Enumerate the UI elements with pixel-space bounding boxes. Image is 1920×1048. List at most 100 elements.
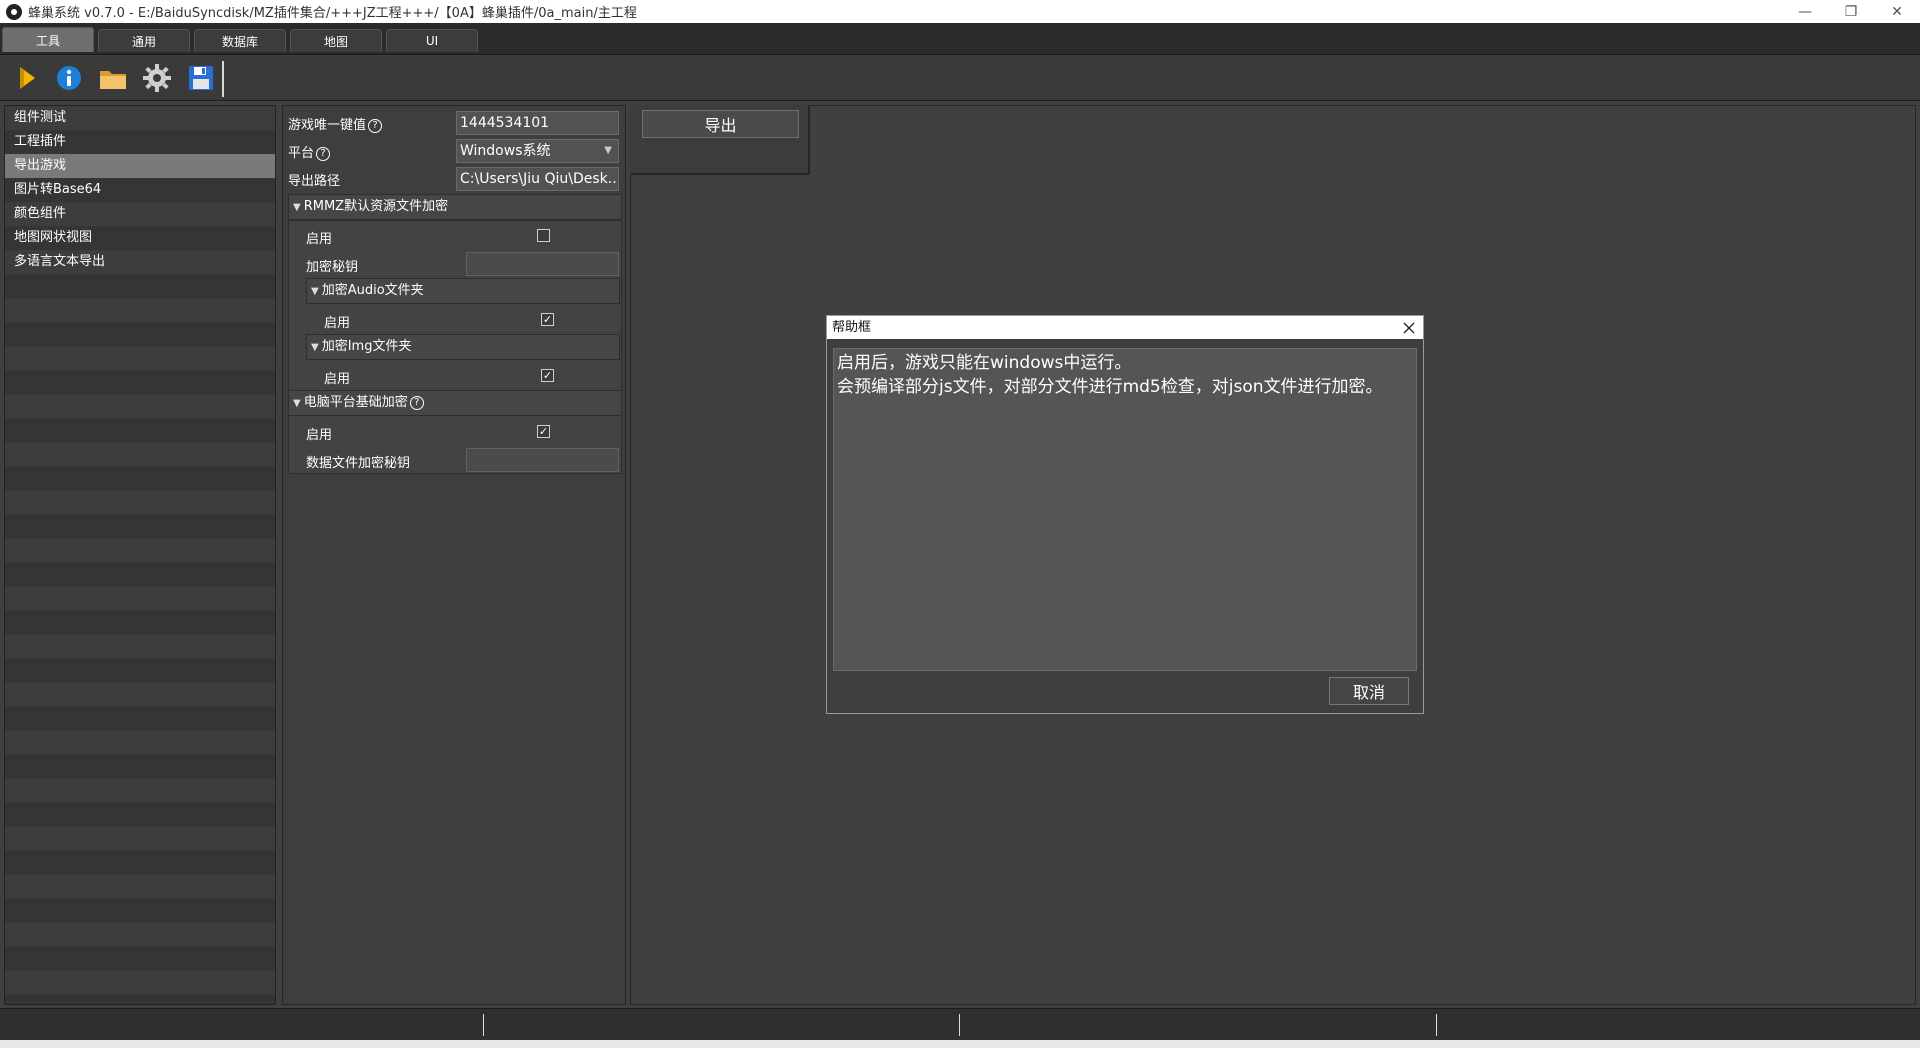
restore-button[interactable]: ❐ — [1828, 0, 1874, 23]
list-item[interactable]: 图片转Base64 — [5, 178, 275, 202]
status-segment — [4, 1014, 484, 1036]
encrypt-key-field[interactable] — [466, 252, 619, 276]
list-item[interactable]: 多语言文本导出 — [5, 250, 275, 274]
tab-map[interactable]: 地图 — [290, 29, 382, 52]
platform-label: 平台? — [288, 142, 331, 161]
status-segment — [484, 1014, 960, 1036]
window-controls: — ❐ ✕ — [1782, 0, 1920, 23]
help-dialog: 帮助框 启用后，游戏只能在windows中运行。 会预编译部分js文件，对部分文… — [826, 315, 1424, 714]
triangle-down-icon: ▼ — [293, 398, 301, 409]
tab-ui[interactable]: UI — [386, 29, 478, 52]
title-bar: 蜂巢系统 v0.7.0 - E:/BaiduSyncdisk/MZ插件集合/++… — [0, 0, 1920, 23]
pc-enable-checkbox[interactable]: ✓ — [537, 425, 550, 438]
list-item-empty — [5, 562, 275, 586]
help-icon[interactable]: ? — [409, 395, 424, 410]
list-item[interactable]: 颜色组件 — [5, 202, 275, 226]
list-item-empty — [5, 322, 275, 346]
group-header-img[interactable]: ▼ 加密Img文件夹 — [306, 334, 620, 360]
img-enable-checkbox[interactable]: ✓ — [541, 369, 554, 382]
data-key-label: 数据文件加密秘钥 — [306, 456, 411, 471]
play-icon[interactable] — [10, 62, 44, 94]
list-item-empty — [5, 610, 275, 634]
help-text-line: 会预编译部分js文件，对部分文件进行md5检查，对json文件进行加密。 — [837, 377, 1383, 397]
encrypt-key-label: 加密秘钥 — [306, 260, 359, 275]
triangle-down-icon: ▼ — [311, 286, 319, 297]
minimize-button[interactable]: — — [1782, 0, 1828, 23]
platform-select[interactable]: Windows系统 ▼ — [456, 139, 619, 163]
list-item-empty — [5, 898, 275, 922]
status-segment — [960, 1014, 1437, 1036]
list-item-empty — [5, 490, 275, 514]
list-item-empty — [5, 706, 275, 730]
dialog-title: 帮助框 — [832, 320, 872, 335]
list-item-empty — [5, 634, 275, 658]
list-item[interactable]: 地图网状视图 — [5, 226, 275, 250]
list-item-empty — [5, 874, 275, 898]
list-item-empty — [5, 586, 275, 610]
list-item-empty — [5, 370, 275, 394]
group-header-audio[interactable]: ▼ 加密Audio文件夹 — [306, 278, 620, 304]
list-item-empty — [5, 754, 275, 778]
audio-enable-checkbox[interactable]: ✓ — [541, 313, 554, 326]
list-item-empty — [5, 730, 275, 754]
data-key-field[interactable] — [466, 448, 619, 472]
export-path-label: 导出路径 — [288, 174, 341, 189]
list-item[interactable]: 工程插件 — [5, 130, 275, 154]
list-item-empty — [5, 946, 275, 970]
tab-database[interactable]: 数据库 — [194, 29, 286, 52]
list-item-empty — [5, 682, 275, 706]
dialog-title-bar: 帮助框 — [827, 316, 1423, 339]
list-item-empty — [5, 850, 275, 874]
tool-list: 组件测试 工程插件 导出游戏 图片转Base64 颜色组件 地图网状视图 多语言… — [4, 105, 276, 1005]
img-enable-label: 启用 — [324, 372, 351, 387]
game-key-label: 游戏唯一键值? — [288, 114, 383, 133]
folder-icon[interactable] — [96, 62, 130, 94]
window-title: 蜂巢系统 v0.7.0 - E:/BaiduSyncdisk/MZ插件集合/++… — [28, 6, 637, 21]
list-item-empty — [5, 994, 275, 1004]
list-item[interactable]: 组件测试 — [5, 106, 275, 130]
list-item-selected[interactable]: 导出游戏 — [5, 154, 275, 178]
list-item-empty — [5, 394, 275, 418]
tab-general[interactable]: 通用 — [98, 29, 190, 52]
taskbar-strip — [0, 1040, 1920, 1048]
gear-icon[interactable] — [140, 62, 174, 94]
tab-tools[interactable]: 工具 — [2, 27, 94, 52]
rmmz-enable-checkbox[interactable] — [537, 229, 550, 242]
help-icon[interactable]: ? — [368, 118, 383, 133]
list-item-empty — [5, 274, 275, 298]
game-key-field[interactable]: 1444534101 — [456, 111, 619, 135]
list-item-empty — [5, 466, 275, 490]
help-text-area[interactable]: 启用后，游戏只能在windows中运行。 会预编译部分js文件，对部分文件进行m… — [833, 348, 1417, 671]
list-item-empty — [5, 826, 275, 850]
list-item-empty — [5, 778, 275, 802]
list-item-empty — [5, 538, 275, 562]
pc-enable-label: 启用 — [306, 428, 333, 443]
group-header-pc[interactable]: ▼ 电脑平台基础加密? — [288, 390, 622, 416]
properties-panel: 游戏唯一键值? 1444534101 平台? Windows系统 ▼ 导出路径 … — [282, 105, 626, 1005]
list-item-empty — [5, 346, 275, 370]
cancel-button[interactable]: 取消 — [1329, 677, 1409, 705]
list-item-empty — [5, 418, 275, 442]
list-item-empty — [5, 970, 275, 994]
help-text-line: 启用后，游戏只能在windows中运行。 — [837, 353, 1132, 373]
rmmz-enable-label: 启用 — [306, 232, 333, 247]
audio-enable-label: 启用 — [324, 316, 351, 331]
group-header-rmmz[interactable]: ▼ RMMZ默认资源文件加密 — [288, 194, 622, 220]
list-item-empty — [5, 802, 275, 826]
close-icon[interactable] — [1401, 316, 1417, 339]
list-item-empty — [5, 658, 275, 682]
list-item-empty — [5, 442, 275, 466]
close-button[interactable]: ✕ — [1874, 0, 1920, 23]
save-icon[interactable] — [184, 62, 218, 94]
export-path-field[interactable]: C:\Users\Jiu Qiu\Desk... — [456, 167, 619, 191]
triangle-down-icon: ▼ — [311, 342, 319, 353]
export-button[interactable]: 导出 — [642, 110, 799, 138]
list-item-empty — [5, 298, 275, 322]
toolbar — [0, 55, 1920, 101]
chevron-down-icon: ▼ — [604, 145, 612, 156]
info-icon[interactable] — [52, 62, 86, 94]
help-icon[interactable]: ? — [316, 146, 331, 161]
list-item-empty — [5, 514, 275, 538]
list-item-empty — [5, 922, 275, 946]
tab-strip: 工具 通用 数据库 地图 UI — [0, 23, 1920, 55]
